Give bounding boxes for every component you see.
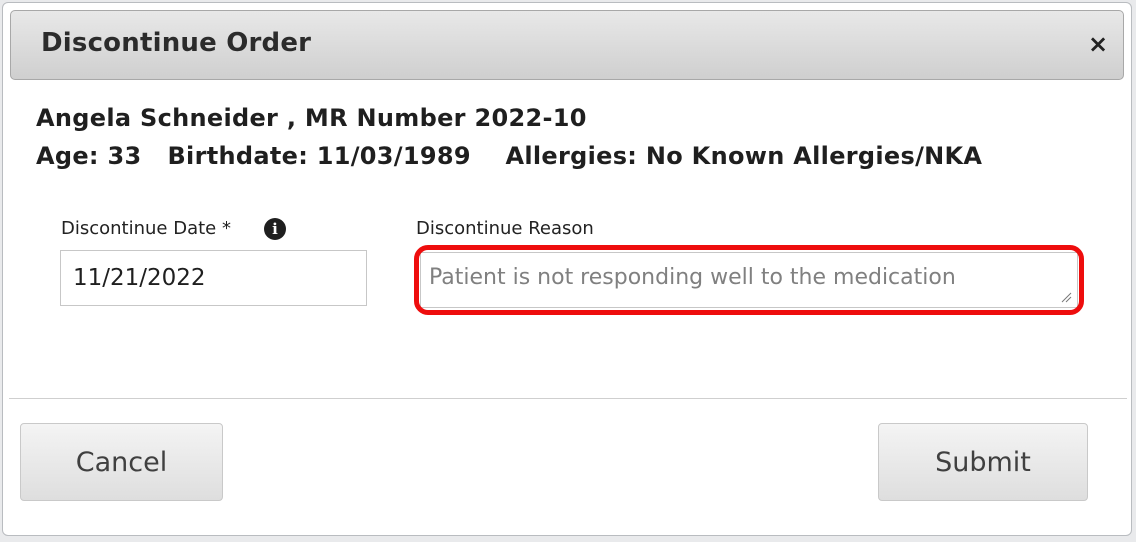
- discontinue-reason-label: Discontinue Reason: [416, 218, 594, 239]
- dialog-header: Discontinue Order ×: [10, 10, 1124, 80]
- discontinue-date-input[interactable]: [60, 250, 367, 306]
- dialog-title: Discontinue Order: [41, 28, 312, 58]
- patient-demographics: Age: 33 Birthdate: 11/03/1989 Allergies:…: [36, 142, 983, 170]
- info-icon[interactable]: i: [264, 218, 286, 240]
- footer-divider: [9, 398, 1127, 399]
- cancel-button[interactable]: Cancel: [20, 423, 223, 501]
- reason-highlight-annotation: [414, 245, 1084, 315]
- patient-info: Angela Schneider , MR Number 2022-10 Age…: [36, 102, 982, 174]
- discontinue-date-label: Discontinue Date *: [61, 218, 231, 239]
- patient-name-mr: Angela Schneider , MR Number 2022-10: [36, 104, 587, 132]
- close-icon[interactable]: ×: [1087, 31, 1109, 57]
- submit-button[interactable]: Submit: [878, 423, 1088, 501]
